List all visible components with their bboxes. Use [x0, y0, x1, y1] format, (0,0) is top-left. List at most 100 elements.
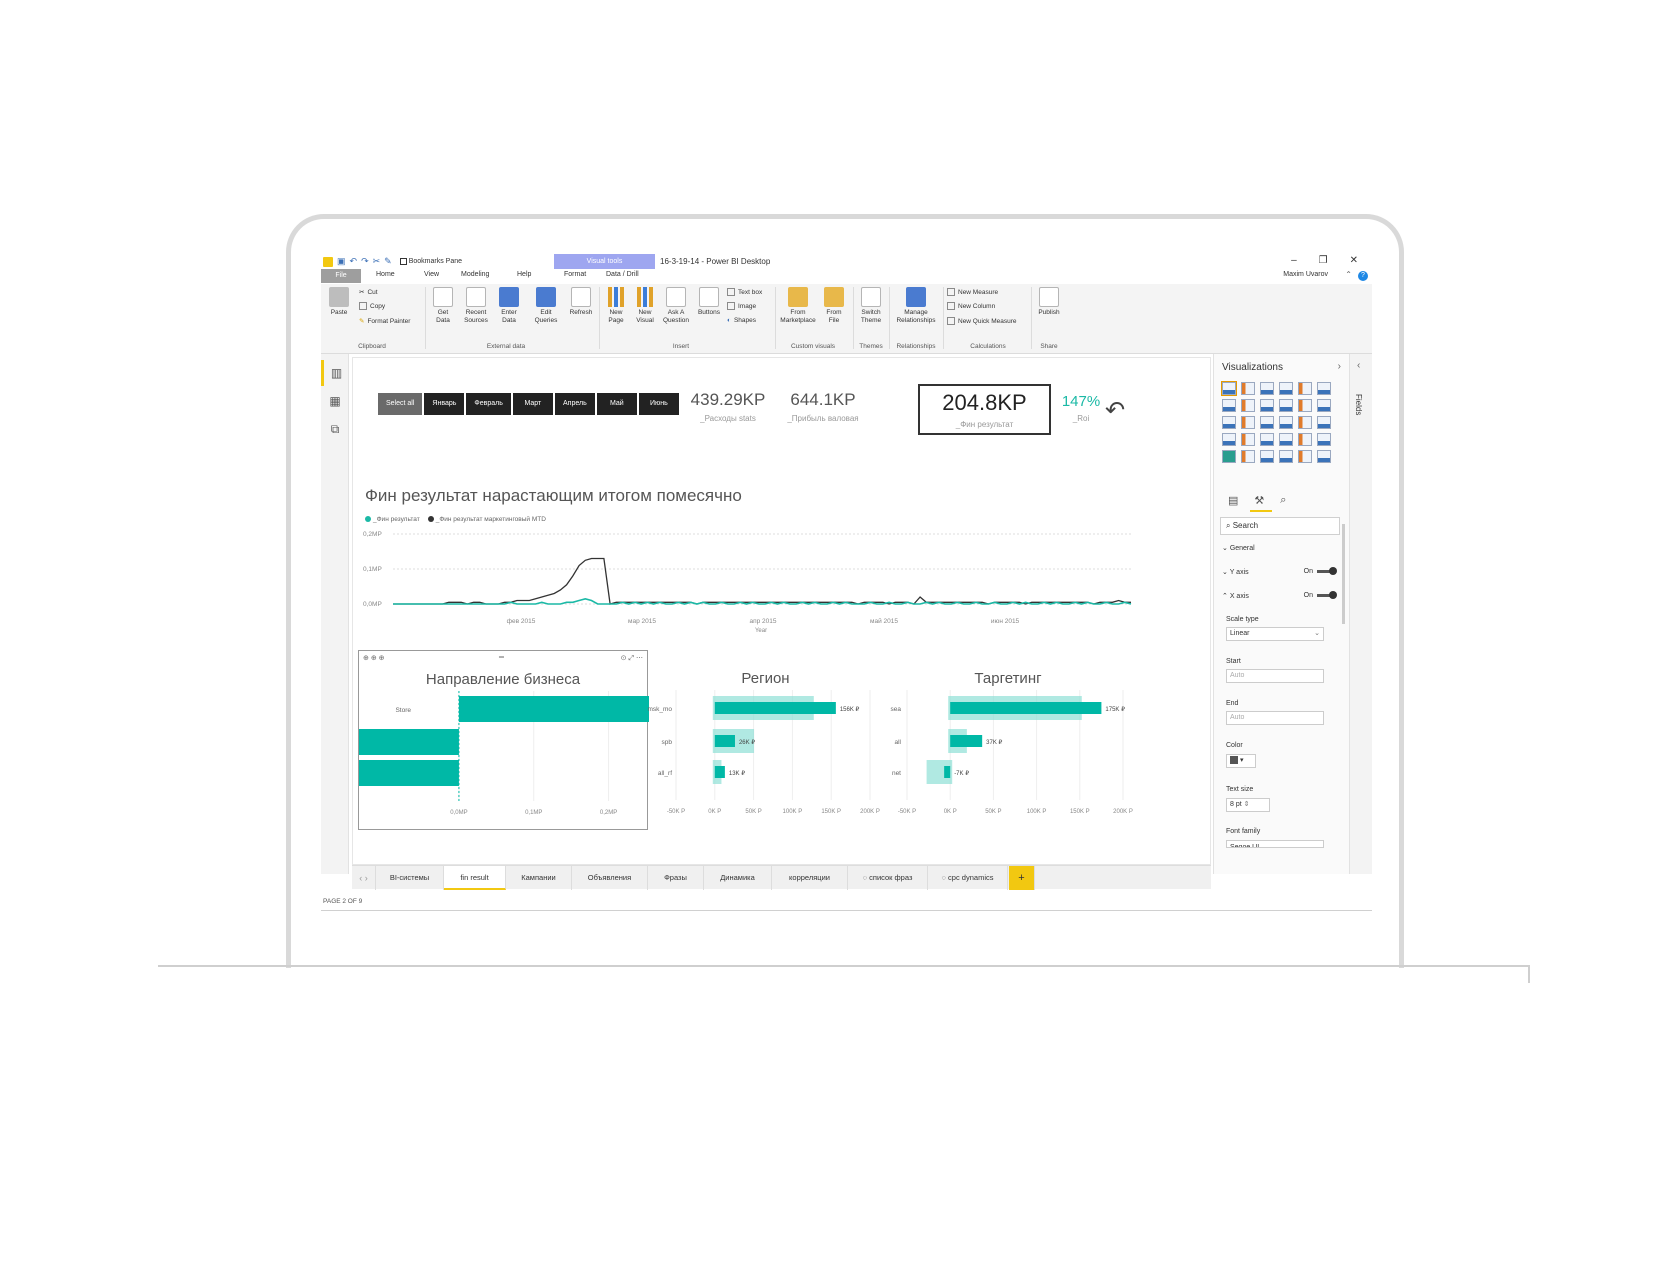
visual-type-icon[interactable] — [1260, 433, 1274, 446]
color-picker[interactable]: ▾ — [1226, 754, 1256, 768]
manage-relationships-button[interactable]: Manage Relationships — [891, 287, 941, 325]
page-tab[interactable]: корреляции — [772, 866, 848, 890]
slicer-item[interactable]: Февраль — [466, 393, 511, 415]
chevron-right-icon[interactable]: › — [1338, 361, 1341, 372]
switch-theme-button[interactable]: Switch Theme — [855, 287, 887, 325]
page-tab[interactable]: Кампании — [506, 866, 572, 890]
visual-type-icon[interactable] — [1279, 416, 1293, 429]
slicer-item[interactable]: Май — [596, 393, 637, 415]
enter-data-button[interactable]: Enter Data — [495, 287, 523, 325]
add-page-button[interactable]: + — [1009, 866, 1035, 890]
tab-view[interactable]: View — [424, 271, 439, 278]
tab-modeling[interactable]: Modeling — [461, 271, 489, 278]
tab-data-drill[interactable]: Data / Drill — [606, 271, 639, 278]
close-button[interactable]: ✕ — [1350, 255, 1358, 266]
format-search-input[interactable]: ⌕ Search — [1220, 517, 1340, 535]
visual-type-icon[interactable] — [1279, 399, 1293, 412]
bar-chart-business-direction[interactable]: ⊕ ⊕ ⊕ ═ ⊙ ⤢ ⋯ Направление бизнеса 0,0MP 0… — [358, 650, 649, 830]
visual-type-icon[interactable] — [1241, 399, 1255, 412]
visual-type-icon[interactable] — [1317, 382, 1331, 395]
tab-file[interactable]: File — [321, 269, 361, 283]
cut-button[interactable]: ✂ Cut — [359, 288, 378, 297]
end-input[interactable]: Auto — [1226, 711, 1324, 725]
page-tab[interactable]: Объявления — [572, 866, 648, 890]
model-view-icon[interactable]: ⧉ — [321, 416, 349, 442]
report-view-icon[interactable]: ▥ — [321, 360, 349, 386]
kpi-card-gross-profit[interactable]: 644.1KP _Прибыль валовая — [783, 390, 863, 423]
visual-type-icon[interactable] — [1298, 399, 1312, 412]
visual-type-icon[interactable] — [1241, 433, 1255, 446]
x-axis-toggle[interactable]: On — [1304, 591, 1337, 599]
back-arrow-icon[interactable]: ↶ — [1105, 396, 1125, 425]
legend-item[interactable]: _Фин результат маркетинговый MTD — [427, 516, 546, 523]
bar-chart-region[interactable]: Регион -50K P 0K P 50K P 100K P 150K P 200K P… — [648, 650, 883, 830]
kpi-card-expenses[interactable]: 439.29KP _Расходы stats — [688, 390, 768, 423]
visual-type-icon[interactable] — [1260, 450, 1274, 463]
bookmarks-pane-toggle[interactable]: Bookmarks Pane — [399, 258, 462, 265]
slicer-item[interactable]: Июнь — [638, 393, 679, 415]
page-tab[interactable]: ◌ список фраз — [848, 866, 928, 890]
new-measure-button[interactable]: New Measure — [947, 288, 998, 296]
slicer-item[interactable]: Январь — [424, 393, 465, 415]
buttons-button[interactable]: Buttons — [695, 287, 723, 317]
section-general[interactable]: ⌄ General — [1222, 544, 1255, 552]
ask-question-button[interactable]: Ask A Question — [661, 287, 691, 325]
format-roller-icon[interactable]: ⚒ — [1254, 494, 1264, 507]
visual-type-icon[interactable] — [1241, 382, 1255, 395]
new-page-button[interactable]: New Page — [603, 287, 629, 325]
new-quick-measure-button[interactable]: New Quick Measure — [947, 317, 1017, 325]
scissors-icon[interactable]: ✂ — [373, 256, 381, 267]
line-chart[interactable]: 0,2MP 0,1MP 0,0MP фев 2015 мар 2015 апр 2015 м… — [361, 524, 1141, 644]
slicer-select-all[interactable]: Select all — [378, 393, 423, 415]
visual-type-icon[interactable] — [1260, 382, 1274, 395]
page-tab[interactable]: Фразы — [648, 866, 704, 890]
format-painter-button[interactable]: ✎ Format Painter — [359, 317, 410, 326]
slicer-item[interactable]: Март — [512, 393, 553, 415]
pane-scrollbar[interactable] — [1342, 524, 1345, 624]
visual-type-icon[interactable] — [1222, 450, 1236, 463]
slicer-item[interactable]: Апрель — [554, 393, 595, 415]
image-button[interactable]: Image — [727, 302, 756, 310]
visual-type-icon[interactable] — [1279, 450, 1293, 463]
page-tab-active[interactable]: fin result — [444, 866, 506, 890]
chevron-left-icon[interactable]: ‹ — [1357, 360, 1360, 371]
undo-icon[interactable]: ↶ — [350, 256, 358, 267]
tab-home[interactable]: Home — [376, 271, 395, 278]
section-y-axis[interactable]: ⌄ Y axis — [1222, 568, 1249, 576]
analytics-icon[interactable]: ⌕ — [1280, 494, 1286, 507]
bar-chart-targeting[interactable]: Таргетинг -50K P 0K P 50K P 100K P 150K P 200… — [883, 650, 1133, 830]
visual-type-icon[interactable] — [1298, 433, 1312, 446]
y-axis-toggle[interactable]: On — [1304, 567, 1337, 575]
visual-type-icon[interactable] — [1222, 399, 1236, 412]
new-visual-button[interactable]: New Visual — [632, 287, 658, 325]
scale-type-dropdown[interactable]: Linear ⌄ — [1226, 627, 1324, 641]
collapse-ribbon-icon[interactable]: ⌃ — [1345, 270, 1352, 279]
visual-type-icon[interactable] — [1279, 382, 1293, 395]
visual-type-icon[interactable] — [1241, 416, 1255, 429]
help-icon[interactable]: ? — [1358, 271, 1368, 281]
font-family-dropdown[interactable]: Segoe UI — [1226, 840, 1324, 848]
visual-type-icon[interactable] — [1317, 416, 1331, 429]
page-tab[interactable]: ◌ cpc dynamics — [928, 866, 1008, 890]
kpi-card-fin-result[interactable]: 204.8KP _Фин результат — [918, 384, 1051, 435]
visual-type-icon[interactable] — [1298, 450, 1312, 463]
user-name[interactable]: Maxim Uvarov — [1283, 271, 1328, 278]
visual-type-icon[interactable] — [1317, 450, 1331, 463]
refresh-button[interactable]: Refresh — [567, 287, 595, 317]
redo-icon[interactable]: ↷ — [361, 256, 369, 267]
visual-type-icon[interactable] — [1260, 399, 1274, 412]
data-view-icon[interactable]: ▦ — [321, 388, 349, 414]
tab-format[interactable]: Format — [564, 271, 586, 278]
visual-type-icon[interactable] — [1279, 433, 1293, 446]
minimize-button[interactable]: – — [1291, 255, 1297, 266]
from-marketplace-button[interactable]: From Marketplace — [777, 287, 819, 325]
fields-pane-collapsed[interactable]: ‹ Fields — [1349, 354, 1372, 874]
legend-item[interactable]: _Фин результат — [365, 516, 420, 523]
restore-button[interactable]: ❐ — [1319, 255, 1328, 266]
shapes-button[interactable]: ◐ Shapes — [727, 317, 756, 324]
save-icon[interactable]: ▣ — [337, 256, 346, 267]
visual-type-icon[interactable] — [1298, 382, 1312, 395]
page-tab[interactable]: BI-системы — [376, 866, 444, 890]
page-tab[interactable]: Динамика — [704, 866, 772, 890]
visual-type-icon[interactable] — [1317, 433, 1331, 446]
